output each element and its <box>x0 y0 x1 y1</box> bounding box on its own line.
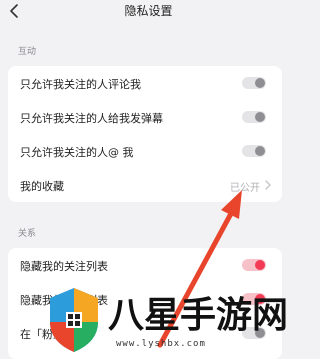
watermark-text: 八星手游网 <box>108 295 289 336</box>
watermark-url: www.lyshbx.com <box>116 339 206 349</box>
interaction-settings-card: 只允许我关注的人评论我 只允许我关注的人给我发弹幕 只允许我关注的人@ 我 我的… <box>8 66 282 202</box>
toggle-knob <box>255 260 265 270</box>
settings-row-label: 只允许我关注的人评论我 <box>20 78 141 91</box>
section-label-interaction: 互动 <box>18 47 37 57</box>
hide-following-toggle[interactable] <box>242 259 266 271</box>
favorites-status-value: 已公开 <box>230 183 260 194</box>
danmaku-toggle[interactable] <box>242 111 266 123</box>
settings-row-mention[interactable]: 只允许我关注的人@ 我 <box>8 134 282 168</box>
settings-row-hide-following[interactable]: 隐藏我的关注列表 <box>8 248 282 282</box>
settings-row-danmaku[interactable]: 只允许我关注的人给我发弹幕 <box>8 100 282 134</box>
chevron-right-icon <box>265 180 271 190</box>
settings-row-label: 我的收藏 <box>20 180 64 193</box>
settings-row-label: 只允许我关注的人给我发弹幕 <box>20 112 163 125</box>
mention-toggle[interactable] <box>242 145 266 157</box>
comment-toggle[interactable] <box>242 77 266 89</box>
header-bar: 隐私设置 <box>0 0 297 22</box>
settings-row-favorites[interactable]: 我的收藏 已公开 <box>8 168 282 202</box>
watermark-emblem-icon <box>50 288 98 352</box>
settings-row-label: 隐藏我的关注列表 <box>20 260 108 273</box>
settings-row-comment[interactable]: 只允许我关注的人评论我 <box>8 66 282 100</box>
watermark-logo: 八星手游网 www.lyshbx.com <box>44 282 294 359</box>
section-label-relationship: 关系 <box>18 229 37 239</box>
toggle-knob <box>255 112 265 122</box>
toggle-knob <box>255 146 265 156</box>
settings-row-label: 只允许我关注的人@ 我 <box>20 146 134 159</box>
toggle-knob <box>255 78 265 88</box>
page-title: 隐私设置 <box>124 4 173 18</box>
